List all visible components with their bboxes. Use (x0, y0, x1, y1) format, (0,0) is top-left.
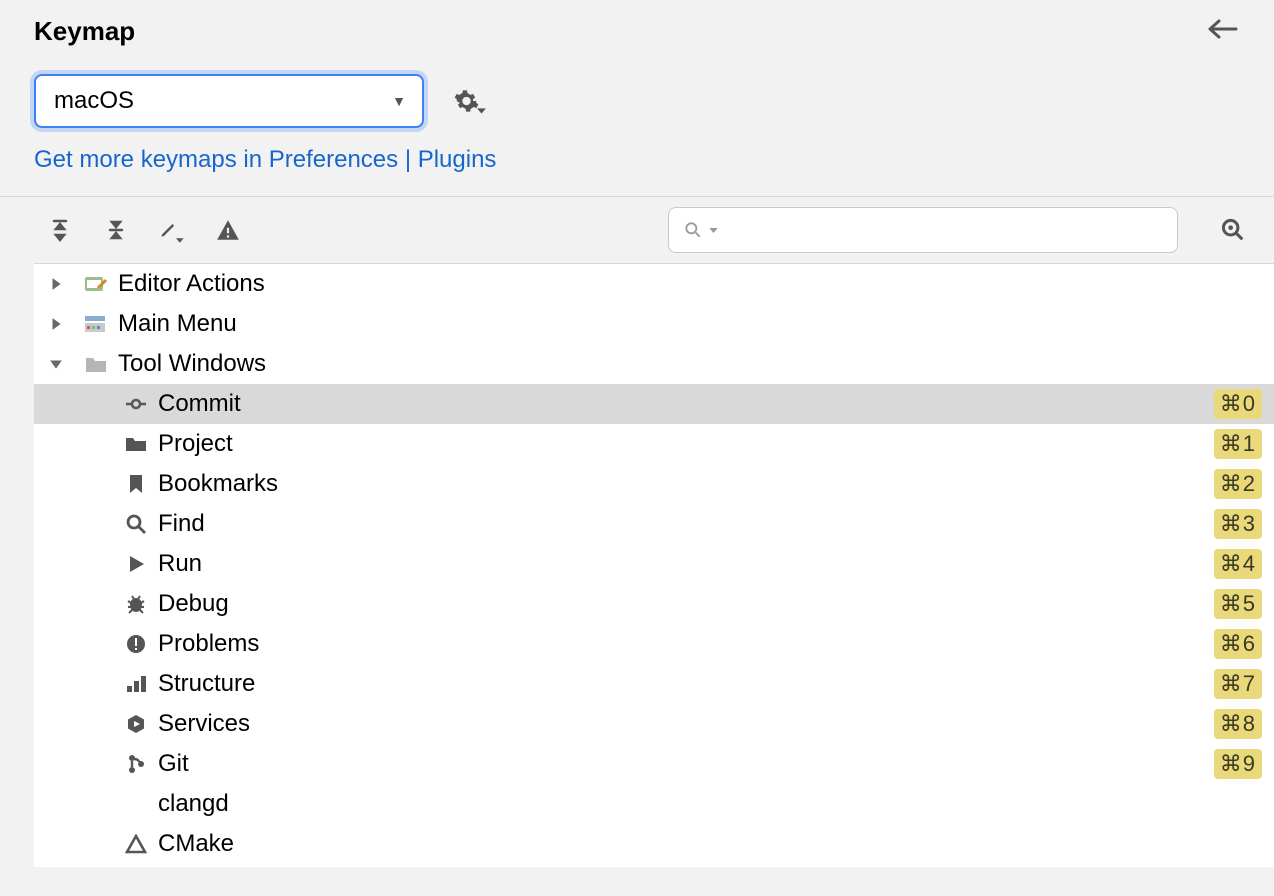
search-field[interactable] (724, 219, 1163, 242)
tree-item-commit[interactable]: Commit ⌘0 (34, 384, 1274, 424)
search-icon (118, 513, 154, 535)
shortcut-badge: ⌘4 (1214, 549, 1262, 579)
tree-label: Tool Windows (114, 350, 1262, 378)
shortcut-badge: ⌘5 (1214, 589, 1262, 619)
tree-node-editor-actions[interactable]: Editor Actions (34, 264, 1274, 304)
tree-label: Structure (154, 670, 1214, 698)
bug-icon (118, 593, 154, 615)
tree-item-clangd[interactable]: clangd (34, 784, 1274, 824)
shortcut-badge: ⌘7 (1214, 669, 1262, 699)
get-more-keymaps-link[interactable]: Get more keymaps in Preferences | Plugin… (34, 146, 496, 173)
tree-label: Editor Actions (114, 270, 1262, 298)
tree-label: Run (154, 550, 1214, 578)
tree-node-tool-windows[interactable]: Tool Windows (34, 344, 1274, 384)
chevron-right-icon[interactable] (34, 277, 78, 291)
tree-label: CMake (154, 830, 1262, 858)
tree-item-debug[interactable]: Debug ⌘5 (34, 584, 1274, 624)
folder-icon (78, 354, 114, 374)
chevron-down-icon[interactable] (34, 358, 78, 370)
tree-label: Problems (154, 630, 1214, 658)
chevron-right-icon[interactable] (34, 317, 78, 331)
shortcut-badge: ⌘2 (1214, 469, 1262, 499)
tree-label: Commit (154, 390, 1214, 418)
tree-label: Project (154, 430, 1214, 458)
tree-label: clangd (154, 790, 1262, 818)
warning-icon[interactable] (214, 216, 242, 244)
git-icon (118, 753, 154, 775)
tree-item-run[interactable]: Run ⌘4 (34, 544, 1274, 584)
shortcut-badge: ⌘1 (1214, 429, 1262, 459)
keymap-select-value: macOS (54, 87, 134, 115)
editor-actions-icon (78, 274, 114, 294)
tree-label: Main Menu (114, 310, 1262, 338)
tree-label: Find (154, 510, 1214, 538)
keymap-select[interactable]: macOS ▼ (34, 74, 424, 128)
shortcut-badge: ⌘8 (1214, 709, 1262, 739)
tree-label: Git (154, 750, 1214, 778)
tree-item-project[interactable]: Project ⌘1 (34, 424, 1274, 464)
chevron-down-icon: ▼ (392, 93, 406, 109)
expand-all-icon[interactable] (46, 216, 74, 244)
problems-icon (118, 634, 154, 654)
tree-item-git[interactable]: Git ⌘9 (34, 744, 1274, 784)
chevron-down-icon (709, 228, 718, 233)
collapse-all-icon[interactable] (102, 216, 130, 244)
back-arrow-icon[interactable] (1208, 14, 1246, 48)
main-menu-icon (78, 314, 114, 334)
tree-item-services[interactable]: Services ⌘8 (34, 704, 1274, 744)
tree-item-find[interactable]: Find ⌘3 (34, 504, 1274, 544)
tree-label: Services (154, 710, 1214, 738)
page-title: Keymap (34, 16, 135, 47)
search-icon (683, 220, 703, 240)
tree-item-problems[interactable]: Problems ⌘6 (34, 624, 1274, 664)
tree-node-main-menu[interactable]: Main Menu (34, 304, 1274, 344)
services-icon (118, 713, 154, 735)
tree-label: Bookmarks (154, 470, 1214, 498)
shortcut-badge: ⌘9 (1214, 749, 1262, 779)
play-icon (118, 554, 154, 574)
search-input[interactable] (668, 207, 1178, 253)
tree-item-bookmarks[interactable]: Bookmarks ⌘2 (34, 464, 1274, 504)
folder-icon (118, 435, 154, 453)
tree-item-structure[interactable]: Structure ⌘7 (34, 664, 1274, 704)
edit-icon[interactable] (158, 216, 186, 244)
bookmark-icon (118, 474, 154, 494)
commit-icon (118, 395, 154, 413)
find-by-shortcut-icon[interactable] (1216, 213, 1250, 247)
gear-icon[interactable] (454, 84, 488, 118)
structure-icon (118, 674, 154, 694)
keymap-tree[interactable]: Editor Actions Main Menu Tool Windows (34, 263, 1274, 867)
shortcut-badge: ⌘0 (1214, 389, 1262, 419)
shortcut-badge: ⌘6 (1214, 629, 1262, 659)
tree-item-cmake[interactable]: CMake (34, 824, 1274, 864)
tree-label: Debug (154, 590, 1214, 618)
cmake-icon (118, 834, 154, 854)
shortcut-badge: ⌘3 (1214, 509, 1262, 539)
